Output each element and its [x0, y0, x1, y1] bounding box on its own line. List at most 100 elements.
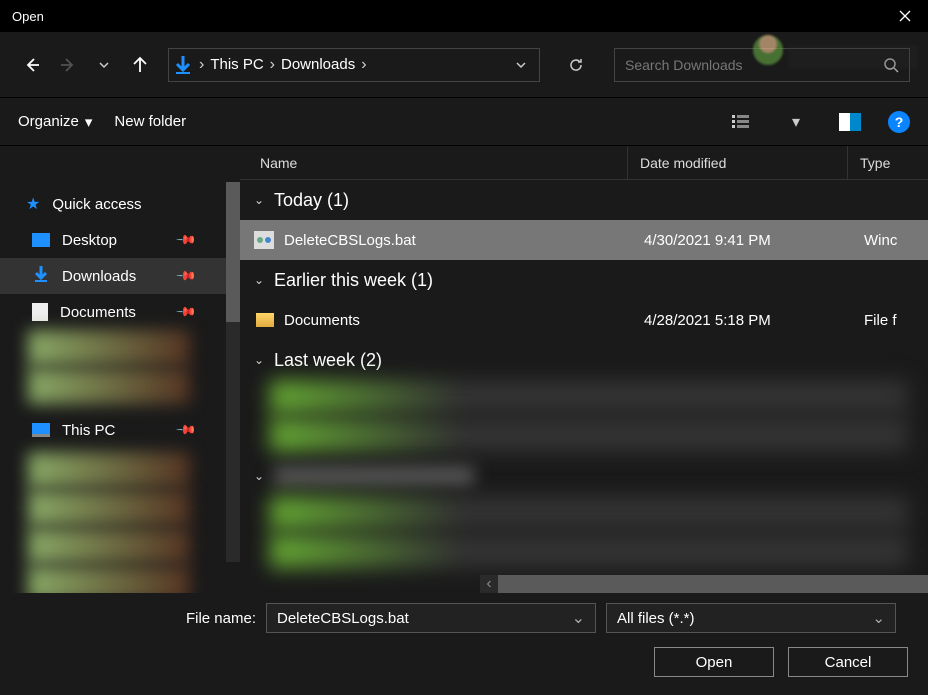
cancel-button[interactable]: Cancel	[788, 647, 908, 677]
arrow-up-icon	[131, 56, 149, 74]
refresh-icon	[568, 57, 584, 73]
address-dropdown[interactable]	[503, 49, 539, 81]
file-name: DeleteCBSLogs.bat	[284, 232, 644, 249]
group-header-lastweek[interactable]: ⌄ Last week (2)	[240, 340, 928, 380]
scrollbar-thumb[interactable]	[226, 182, 240, 322]
caret-down-icon: ▾	[792, 112, 800, 132]
redacted-label	[274, 466, 474, 486]
group-header-earlier[interactable]: ⌄ Earlier this week (1)	[240, 260, 928, 300]
group-label: Today (1)	[274, 190, 349, 211]
up-button[interactable]	[126, 51, 154, 79]
chevron-down-icon: ⌄	[254, 273, 266, 287]
column-header-date[interactable]: Date modified	[628, 146, 848, 179]
chevron-down-icon: ⌄	[254, 193, 266, 207]
recent-dropdown[interactable]	[90, 51, 118, 79]
filename-dropdown[interactable]: ⌄	[572, 608, 585, 628]
downloads-icon	[32, 265, 50, 287]
column-header-name[interactable]: Name	[240, 146, 628, 179]
desktop-icon	[32, 233, 50, 247]
sidebar-item-this-pc[interactable]: This PC 📌	[0, 412, 240, 448]
arrow-left-icon	[23, 56, 41, 74]
filter-label: All files (*.*)	[617, 610, 695, 627]
document-icon	[32, 303, 48, 321]
file-type: File f	[864, 312, 897, 329]
bat-file-icon	[240, 231, 284, 249]
sidebar-item-downloads[interactable]: Downloads 📌	[0, 258, 240, 294]
sidebar-item-label: Downloads	[62, 268, 136, 285]
chevron-down-icon: ⌄	[254, 353, 266, 367]
filename-field[interactable]: ⌄	[266, 603, 596, 633]
sidebar-item-desktop[interactable]: Desktop 📌	[0, 222, 240, 258]
close-button[interactable]	[882, 0, 928, 32]
chevron-down-icon	[515, 59, 527, 71]
redacted-item	[28, 528, 190, 564]
pin-icon: 📌	[175, 265, 198, 288]
window-title: Open	[12, 9, 882, 24]
preview-pane-button[interactable]	[834, 108, 866, 136]
organize-label: Organize	[18, 113, 79, 130]
forward-button[interactable]	[54, 51, 82, 79]
file-row[interactable]: Documents 4/28/2021 5:18 PM File f	[240, 300, 928, 340]
redacted-item	[28, 368, 190, 404]
close-icon	[899, 10, 911, 22]
location-icon	[169, 54, 197, 76]
file-date: 4/28/2021 5:18 PM	[644, 312, 864, 329]
sidebar-item-label: This PC	[62, 422, 115, 439]
navigation-pane: ★ Quick access Desktop 📌 Downloads 📌 Doc…	[0, 180, 240, 593]
group-header-today[interactable]: ⌄ Today (1)	[240, 180, 928, 220]
list-view-icon	[732, 113, 752, 131]
back-button[interactable]	[18, 51, 46, 79]
sidebar-scrollbar[interactable]	[226, 182, 240, 562]
chevron-down-icon	[99, 60, 109, 70]
organize-menu[interactable]: Organize ▾	[18, 113, 92, 131]
redacted-file-row	[270, 496, 908, 530]
sidebar-item-label: Documents	[60, 304, 136, 321]
star-icon: ★	[26, 194, 40, 214]
filename-input[interactable]	[277, 610, 572, 627]
redacted-item	[28, 490, 190, 526]
caret-down-icon: ▾	[85, 113, 93, 131]
sidebar-item-documents[interactable]: Documents 📌	[0, 294, 240, 330]
column-header-type[interactable]: Type	[848, 146, 890, 179]
redacted-file-row	[270, 380, 908, 414]
file-filter-select[interactable]: All files (*.*) ⌄	[606, 603, 896, 633]
breadcrumb-this-pc[interactable]: This PC	[206, 56, 267, 73]
arrow-right-icon	[59, 56, 77, 74]
quick-access-label: Quick access	[52, 196, 141, 213]
chevron-right-icon: ›	[268, 56, 277, 74]
file-list: ⌄ Today (1) DeleteCBSLogs.bat 4/30/2021 …	[240, 180, 928, 593]
new-folder-button[interactable]: New folder	[114, 113, 186, 130]
chevron-right-icon: ›	[197, 56, 206, 74]
view-options-button[interactable]	[726, 108, 758, 136]
group-label: Earlier this week (1)	[274, 270, 433, 291]
redacted-file-row	[270, 534, 908, 568]
sidebar-item-label: Desktop	[62, 232, 117, 249]
chevron-down-icon: ⌄	[872, 609, 885, 627]
help-button[interactable]: ?	[888, 111, 910, 133]
refresh-button[interactable]	[556, 48, 596, 82]
watermark-image	[748, 30, 928, 85]
pin-icon: 📌	[175, 301, 198, 324]
file-name: Documents	[284, 312, 644, 329]
chevron-right-icon: ›	[359, 56, 368, 74]
redacted-item	[28, 452, 190, 488]
view-dropdown[interactable]: ▾	[780, 108, 812, 136]
group-header-redacted[interactable]: ⌄	[240, 456, 928, 496]
pin-icon: 📌	[175, 419, 198, 442]
address-bar[interactable]: › This PC › Downloads ›	[168, 48, 540, 82]
breadcrumb-downloads[interactable]: Downloads	[277, 56, 359, 73]
chevron-down-icon: ⌄	[254, 469, 266, 483]
sidebar-quick-access[interactable]: ★ Quick access	[0, 186, 240, 222]
file-row-selected[interactable]: DeleteCBSLogs.bat 4/30/2021 9:41 PM Winc	[240, 220, 928, 260]
this-pc-icon	[32, 423, 50, 437]
pin-icon: 📌	[175, 229, 198, 252]
redacted-item	[28, 330, 190, 366]
redacted-file-row	[270, 418, 908, 452]
file-type: Winc	[864, 232, 897, 249]
group-label: Last week (2)	[274, 350, 382, 371]
filename-label: File name:	[0, 610, 256, 627]
preview-pane-icon	[839, 113, 861, 131]
open-button[interactable]: Open	[654, 647, 774, 677]
file-date: 4/30/2021 9:41 PM	[644, 232, 864, 249]
folder-icon	[240, 313, 284, 327]
